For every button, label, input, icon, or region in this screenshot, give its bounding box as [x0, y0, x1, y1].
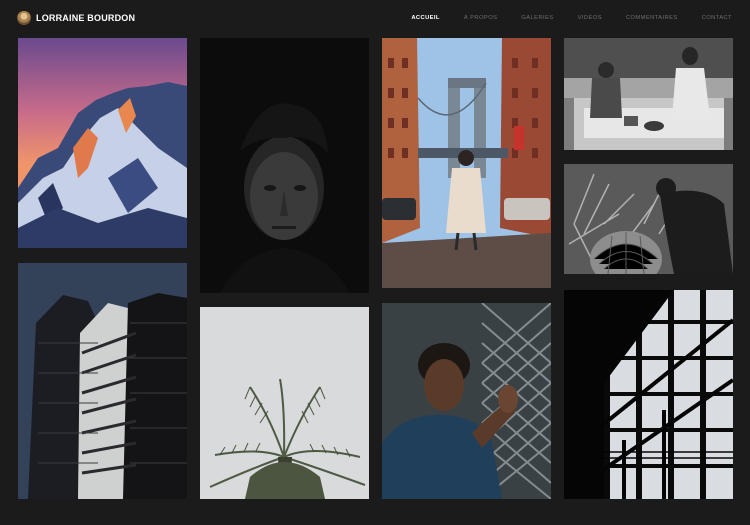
avatar[interactable] — [17, 11, 31, 25]
main-nav: ACCUEIL À PROPOS GALERIES VIDÉOS COMMENT… — [387, 15, 732, 21]
nav-accueil[interactable]: ACCUEIL — [411, 15, 440, 21]
cactus-garden-bw-photo[interactable] — [564, 164, 733, 274]
site-header: LORRAINE BOURDON ACCUEIL À PROPOS GALERI… — [0, 0, 750, 38]
nav-galeries[interactable]: GALERIES — [521, 15, 553, 21]
manhattan-bridge-street-photo[interactable] — [382, 38, 551, 288]
modern-building-curves-photo[interactable] — [18, 263, 187, 499]
snowy-mountain-sunset-photo[interactable] — [18, 38, 187, 248]
site-title[interactable]: LORRAINE BOURDON — [36, 13, 135, 23]
nav-contact[interactable]: CONTACT — [702, 15, 732, 21]
palm-tree-sky-photo[interactable] — [200, 307, 369, 499]
kitchen-couple-bw-photo[interactable] — [564, 38, 733, 150]
dark-staircase-window-photo[interactable] — [564, 290, 733, 499]
nav-a-propos[interactable]: À PROPOS — [464, 15, 497, 21]
man-blue-jacket-fence-photo[interactable] — [382, 303, 551, 499]
nav-commentaires[interactable]: COMMENTAIRES — [626, 15, 678, 21]
dark-portrait-man-photo[interactable] — [200, 38, 369, 293]
nav-videos[interactable]: VIDÉOS — [578, 15, 602, 21]
brand[interactable]: LORRAINE BOURDON — [17, 11, 135, 25]
